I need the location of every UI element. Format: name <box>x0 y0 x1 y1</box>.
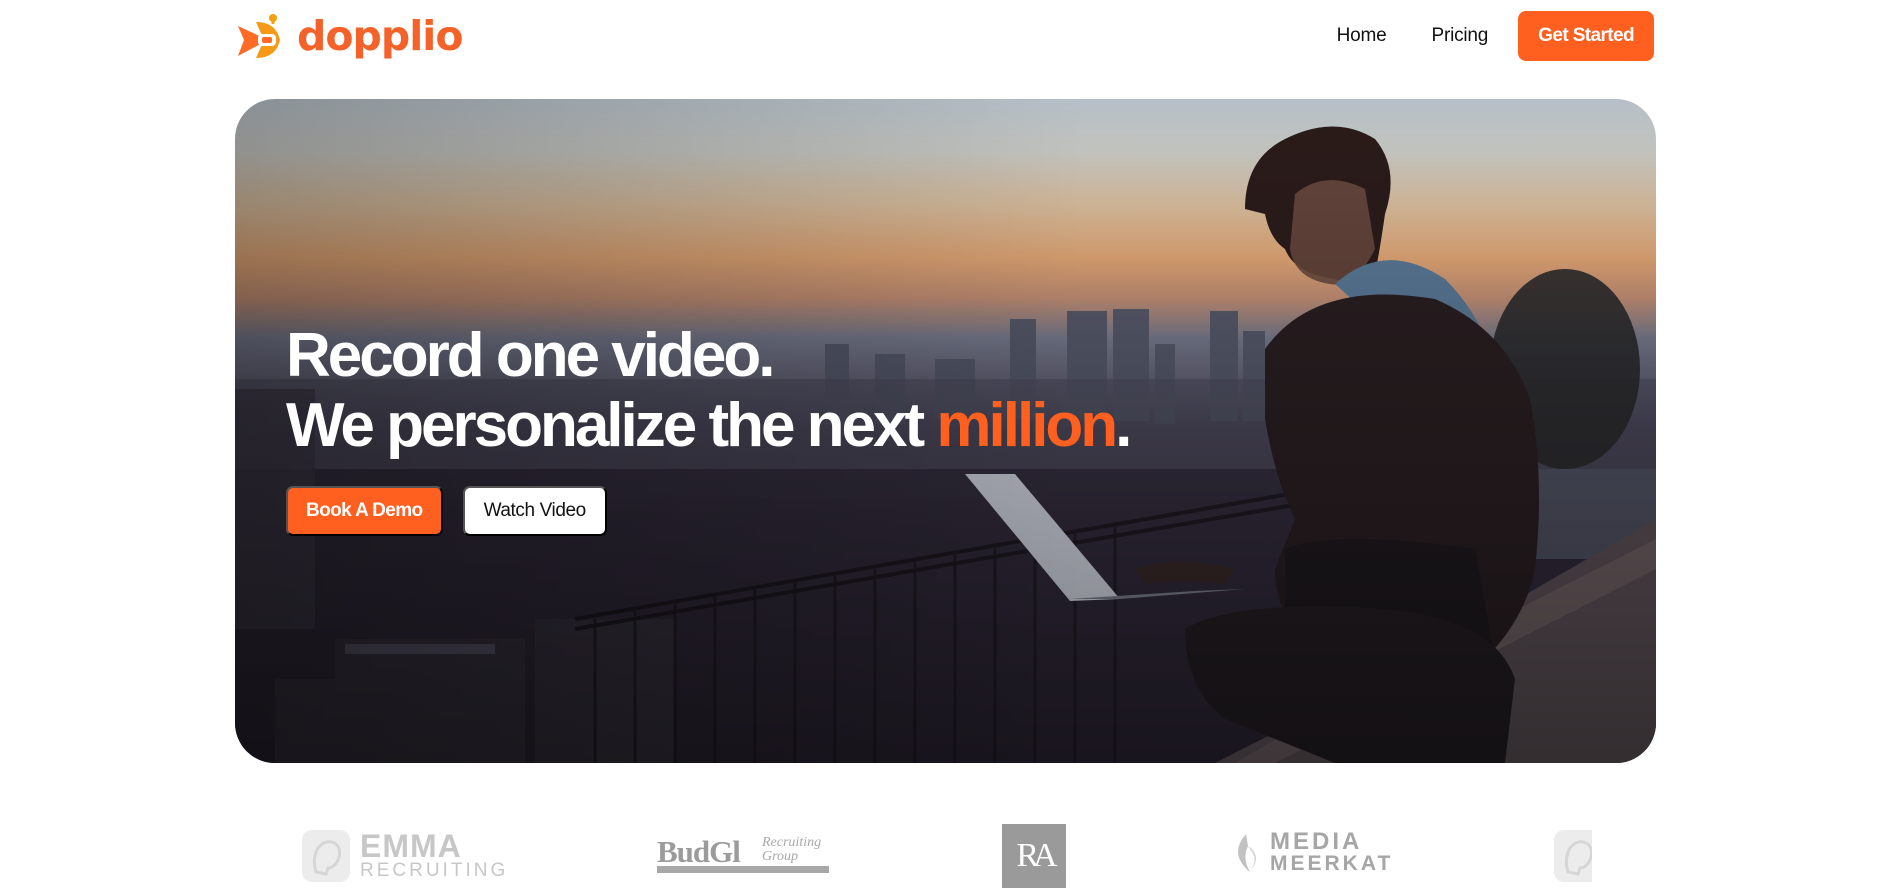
emma-line1: EMMA <box>360 828 462 864</box>
emma-recruiting-logo: EMMA RECRUITING <box>300 828 508 884</box>
headline-line-2-prefix: We personalize the next <box>286 391 937 460</box>
media-meerkat-logo: MEDIA MEERKAT <box>1232 830 1393 876</box>
budget-sub-line2: Group <box>762 849 799 864</box>
headline-line-1: Record one video. <box>286 321 775 390</box>
play-arrow-logo-icon <box>238 14 280 58</box>
budget-tagline-bar <box>657 866 829 873</box>
hero-headline: Record one video. We personalize the nex… <box>286 321 1132 461</box>
budget-sub-line1: Recruiting <box>762 835 822 850</box>
emma-wordmark: EMMA RECRUITING <box>360 828 509 881</box>
nav-home-link[interactable]: Home <box>1337 25 1387 47</box>
media-line2: MEERKAT <box>1270 852 1394 875</box>
watch-video-button[interactable]: Watch Video <box>462 486 607 536</box>
headline-line-2-suffix: . <box>1115 391 1132 460</box>
main-nav: Home Pricing Get Started <box>1337 11 1654 61</box>
hero-buttons: Book A Demo Watch Video <box>286 486 1129 536</box>
emma-head-icon <box>302 830 350 882</box>
emma-head-icon <box>1554 830 1592 882</box>
ra-monogram-logo: RA <box>1002 824 1066 888</box>
headline-accent-word: million <box>936 391 1118 460</box>
hero-banner: Record one video. We personalize the nex… <box>235 99 1656 763</box>
meerkat-leaf-icon <box>1238 834 1256 872</box>
emma-recruiting-logo-partial <box>1552 828 1592 884</box>
brand-logo[interactable]: dopplio <box>234 10 463 62</box>
site-header: dopplio Home Pricing Get Started <box>0 0 1891 80</box>
brand-name: dopplio <box>297 12 463 60</box>
emma-line2: RECRUITING <box>360 860 509 881</box>
hero-content: Record one video. We personalize the nex… <box>286 321 1132 536</box>
media-line1: MEDIA <box>1270 828 1363 855</box>
media-wordmark: MEDIA MEERKAT <box>1270 828 1394 875</box>
budget-wordmark: BudGl <box>657 834 741 869</box>
client-logos-strip: EMMA RECRUITING BudGl Recruiting Group R… <box>0 800 1891 892</box>
nav-pricing-link[interactable]: Pricing <box>1431 25 1488 47</box>
get-started-button[interactable]: Get Started <box>1518 11 1654 61</box>
budget-subtitle: Recruiting Group <box>762 836 821 864</box>
book-demo-button[interactable]: Book A Demo <box>286 486 443 536</box>
budget-recruiting-logo: BudGl Recruiting Group <box>657 834 832 876</box>
